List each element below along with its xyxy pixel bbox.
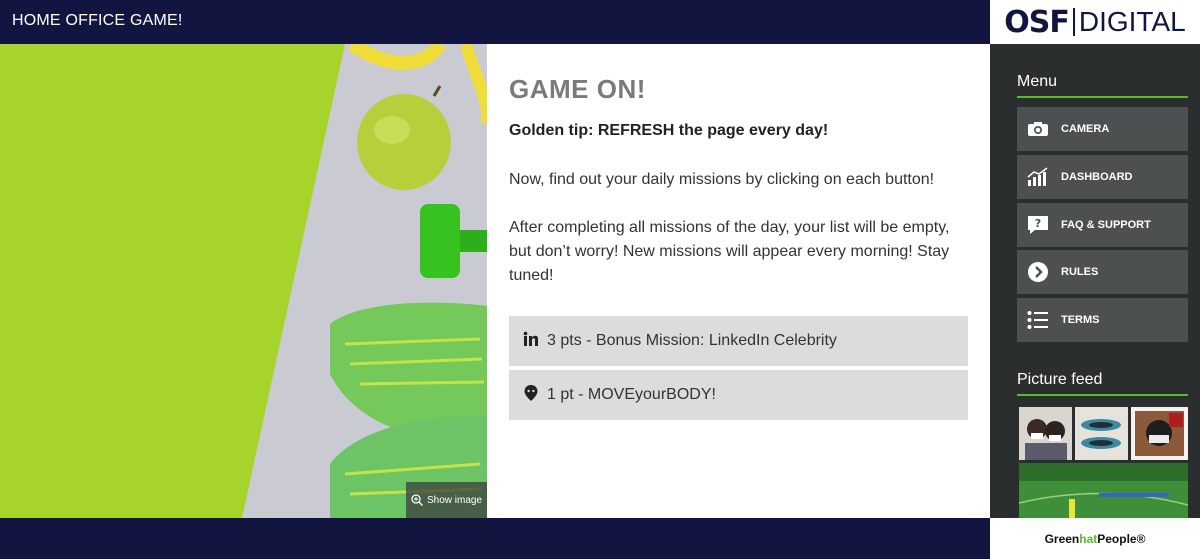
question-bubble-icon: ? [1028,216,1048,234]
mission-label: 3 pts - Bonus Mission: LinkedIn Celebrit… [547,332,837,349]
show-image-label: Show image [426,494,483,506]
mission-button-moveyourbody[interactable]: 1 pt - MOVEyourBODY! [509,370,968,420]
mission-label: 1 pt - MOVEyourBODY! [547,386,716,403]
footer-logo[interactable]: Green hat People® [990,518,1200,559]
menu-item-rules[interactable]: RULES [1017,250,1188,294]
menu-title: Menu [1017,73,1058,90]
sidebar: OSF DIGITAL Menu CAMERA DASHBOARD ? FAQ … [990,0,1200,559]
footer-logo-people: People® [1097,531,1146,546]
hero-image [0,44,487,518]
feed-photo[interactable] [1075,407,1128,460]
fitness-illustration [0,44,487,518]
app-title: HOME OFFICE GAME! [12,12,183,29]
show-image-button[interactable]: Show image [406,482,487,518]
feed-photo[interactable] [1019,463,1188,518]
info-text: After completing all missions of the day… [509,219,950,284]
logo-divider [1072,8,1075,36]
footer-logo-hat: hat [1079,531,1098,546]
menu-item-label: RULES [1061,266,1099,278]
selfie-photo [1131,407,1188,460]
instruction-text: Now, find out your daily missions by cli… [509,171,935,188]
feed-photo[interactable] [1019,407,1072,460]
picture-feed-title: Picture feed [1017,371,1103,388]
bottom-bar [0,518,990,559]
brand-logo[interactable]: OSF DIGITAL [990,0,1200,44]
zoom-icon [411,494,423,506]
menu-item-label: CAMERA [1061,123,1110,135]
list-icon [1027,311,1048,329]
picture-feed-divider [1017,394,1188,396]
menu-item-faq-support[interactable]: ? FAQ & SUPPORT [1017,203,1188,247]
feed-photo[interactable] [1131,407,1188,460]
people-photo [1019,407,1072,460]
svg-text:?: ? [1035,217,1041,230]
menu-item-label: TERMS [1061,314,1100,326]
menu-item-camera[interactable]: CAMERA [1017,107,1188,151]
menu-divider [1017,96,1188,98]
logo-osf-text: OSF [1004,4,1070,40]
logo-digital-text: DIGITAL [1078,6,1186,37]
camera-icon [1028,122,1048,136]
mission-button-linkedin[interactable]: 3 pts - Bonus Mission: LinkedIn Celebrit… [509,316,968,366]
map-pin-icon [523,384,539,407]
menu-item-label: DASHBOARD [1061,171,1133,183]
top-bar: HOME OFFICE GAME! [0,0,990,44]
golden-tip: Golden tip: REFRESH the page every day! [509,122,829,139]
field-photo [1019,463,1188,518]
sneakers-photo [1075,407,1128,460]
linkedin-icon [523,331,539,352]
bar-chart-icon [1027,167,1048,186]
menu-item-label: FAQ & SUPPORT [1061,219,1151,231]
chevron-right-circle-icon [1028,262,1048,282]
menu-item-terms[interactable]: TERMS [1017,298,1188,342]
menu-item-dashboard[interactable]: DASHBOARD [1017,155,1188,199]
main-content: GAME ON! Golden tip: REFRESH the page ev… [487,44,990,518]
footer-logo-green: Green [1044,531,1080,546]
page-heading: GAME ON! [509,74,646,104]
